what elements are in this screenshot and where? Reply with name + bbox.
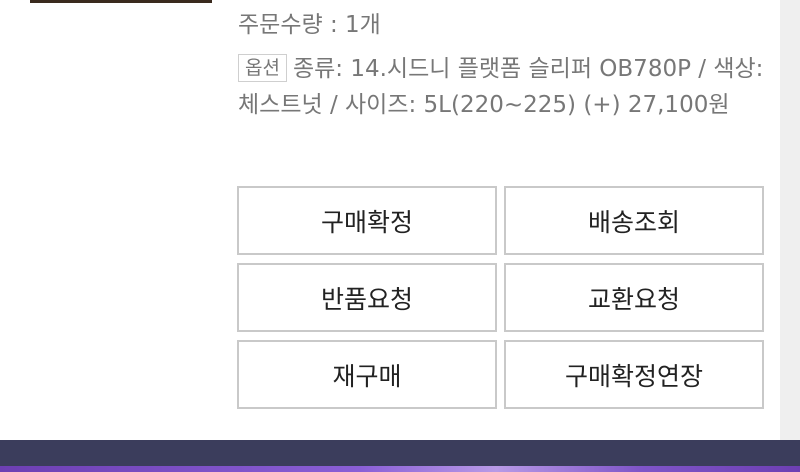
product-thumbnail[interactable] (30, 0, 212, 3)
option-details: 종류: 14.시드니 플랫폼 슬리퍼 OB780P / 색상: 체스트넛 / 사… (238, 56, 764, 118)
order-option: 옵션 종류: 14.시드니 플랫폼 슬리퍼 OB780P / 색상: 체스트넛 /… (238, 51, 778, 123)
extend-confirmation-button[interactable]: 구매확정연장 (504, 340, 764, 409)
bottom-accent-strip (0, 466, 800, 472)
page-edge (780, 0, 800, 440)
track-delivery-button[interactable]: 배송조회 (504, 186, 764, 255)
repurchase-button[interactable]: 재구매 (237, 340, 497, 409)
order-quantity: 주문수량 : 1개 (238, 12, 381, 38)
exchange-request-button[interactable]: 교환요청 (504, 263, 764, 332)
confirm-purchase-button[interactable]: 구매확정 (237, 186, 497, 255)
option-badge: 옵션 (238, 54, 287, 82)
return-request-button[interactable]: 반품요청 (237, 263, 497, 332)
order-actions: 구매확정 배송조회 반품요청 교환요청 재구매 구매확정연장 (237, 186, 764, 409)
